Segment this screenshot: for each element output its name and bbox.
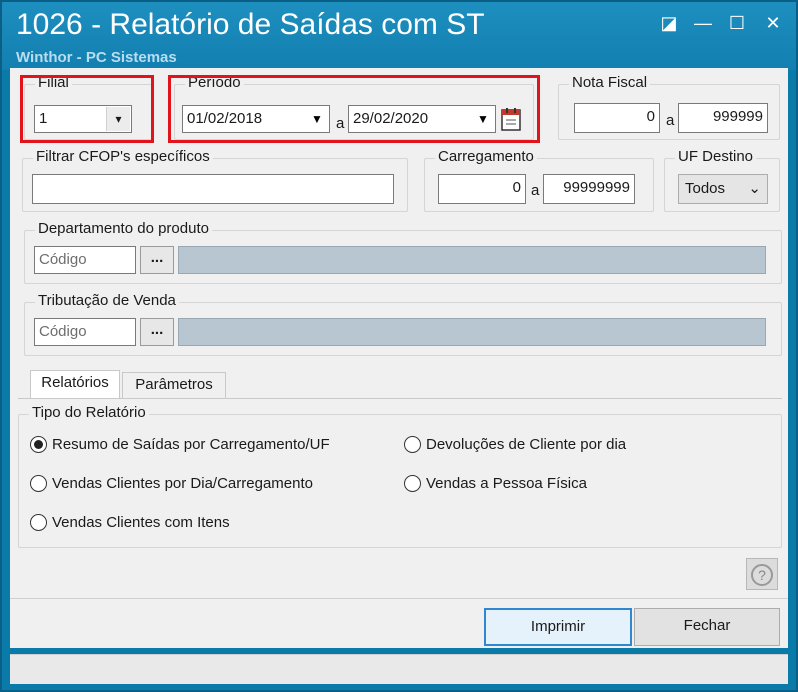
tab-divider — [18, 398, 782, 399]
radio-icon[interactable] — [30, 514, 47, 531]
radio-icon[interactable] — [404, 475, 421, 492]
cfop-label: Filtrar CFOP's específicos — [33, 148, 213, 165]
radio-devolucoes-cliente[interactable]: Devoluções de Cliente por dia — [404, 436, 626, 453]
window: 1026 - Relatório de Saídas com ST Wintho… — [0, 0, 798, 692]
status-bar — [10, 654, 788, 684]
radio-selected-icon[interactable] — [30, 436, 47, 453]
tab-relatorios-label: Relatórios — [41, 374, 109, 391]
radio-vendas-com-itens[interactable]: Vendas Clientes com Itens — [30, 514, 230, 531]
close-icon[interactable]: ✕ — [762, 12, 784, 34]
maximize-icon[interactable]: ☐ — [726, 12, 748, 34]
carregamento-to-input[interactable]: 99999999 — [543, 174, 635, 204]
footer-divider — [10, 598, 788, 599]
radio-devolucoes-cliente-label: Devoluções de Cliente por dia — [426, 436, 627, 453]
radio-pessoa-fisica[interactable]: Vendas a Pessoa Física — [404, 475, 587, 492]
window-title: 1026 - Relatório de Saídas com ST — [16, 8, 485, 41]
print-button[interactable]: Imprimir — [484, 608, 632, 646]
departamento-description — [178, 246, 766, 274]
uf-destino-label: UF Destino — [675, 148, 757, 165]
nota-fiscal-separator: a — [666, 112, 675, 129]
carregamento-label: Carregamento — [435, 148, 537, 165]
tab-relatorios[interactable]: Relatórios — [30, 370, 120, 398]
cfop-input[interactable] — [32, 174, 394, 204]
close-button[interactable]: Fechar — [634, 608, 780, 646]
tributacao-lookup-button[interactable]: ... — [140, 318, 174, 346]
nota-fiscal-from-input[interactable]: 0 — [574, 103, 660, 133]
form-body: Filial 1 ▾ Período 01/02/2018 ▼ a 29/02/… — [10, 68, 788, 648]
help-icon: ? — [751, 564, 773, 586]
departamento-lookup-button[interactable]: ... — [140, 246, 174, 274]
tributacao-label: Tributação de Venda — [35, 292, 179, 309]
departamento-code-input[interactable]: Código — [34, 246, 136, 274]
radio-resumo-saidas-label: Resumo de Saídas por Carregamento/UF — [52, 436, 330, 453]
uf-destino-value: Todos — [685, 180, 726, 197]
tributacao-description — [178, 318, 766, 346]
departamento-label: Departamento do produto — [35, 220, 212, 237]
window-subtitle: Winthor - PC Sistemas — [16, 49, 177, 66]
tributacao-code-input[interactable]: Código — [34, 318, 136, 346]
carregamento-separator: a — [531, 182, 540, 199]
radio-pessoa-fisica-label: Vendas a Pessoa Física — [426, 475, 587, 492]
chevron-down-icon: ⌄ — [748, 180, 761, 197]
radio-vendas-dia-carregamento-label: Vendas Clientes por Dia/Carregamento — [52, 475, 313, 492]
restore-icon[interactable]: ◪ — [658, 12, 680, 34]
periodo-highlight — [168, 75, 540, 143]
minimize-icon[interactable]: — — [692, 12, 714, 34]
help-button[interactable]: ? — [746, 558, 778, 590]
radio-vendas-dia-carregamento[interactable]: Vendas Clientes por Dia/Carregamento — [30, 475, 313, 492]
radio-icon[interactable] — [30, 475, 47, 492]
tab-parametros[interactable]: Parâmetros — [122, 372, 226, 398]
radio-icon[interactable] — [404, 436, 421, 453]
radio-resumo-saidas[interactable]: Resumo de Saídas por Carregamento/UF — [30, 436, 330, 453]
uf-destino-select[interactable]: Todos ⌄ — [678, 174, 768, 204]
nota-fiscal-label: Nota Fiscal — [569, 74, 651, 91]
filial-highlight — [20, 75, 154, 143]
nota-fiscal-to-input[interactable]: 999999 — [678, 103, 768, 133]
radio-vendas-com-itens-label: Vendas Clientes com Itens — [52, 514, 230, 531]
tab-parametros-label: Parâmetros — [135, 376, 213, 393]
tipo-relatorio-label: Tipo do Relatório — [29, 404, 149, 421]
title-bar[interactable]: 1026 - Relatório de Saídas com ST Wintho… — [2, 2, 796, 70]
carregamento-from-input[interactable]: 0 — [438, 174, 526, 204]
